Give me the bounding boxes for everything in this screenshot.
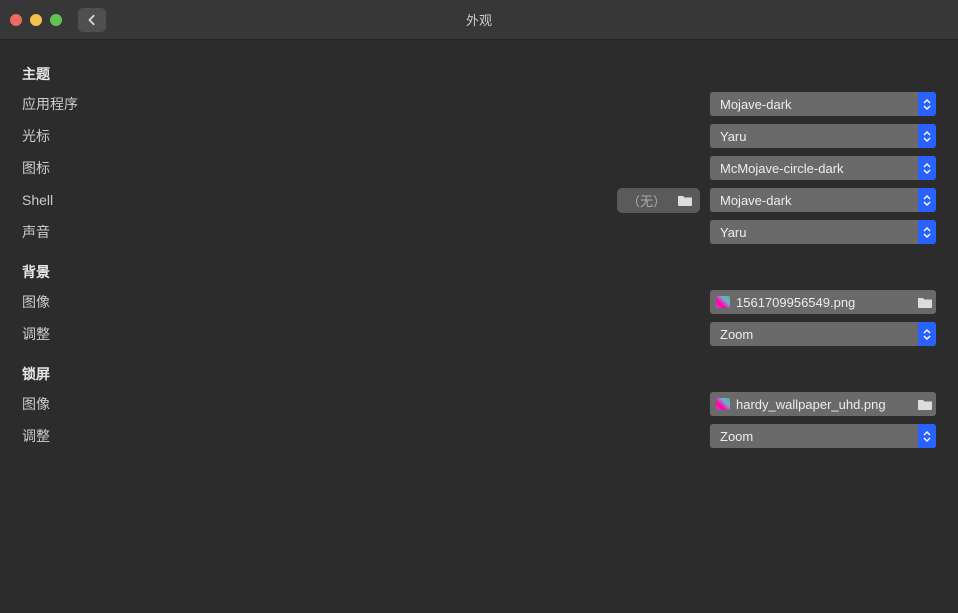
row-sound: 声音 Yaru xyxy=(22,218,936,246)
filechooser-background-image[interactable]: 1561709956549.png xyxy=(710,290,936,314)
image-thumbnail-icon xyxy=(716,296,730,308)
image-thumbnail-icon xyxy=(716,398,730,410)
filechooser-value: hardy_wallpaper_uhd.png xyxy=(736,397,908,412)
dropdown-stepper-icon xyxy=(918,188,936,212)
dropdown-lockscreen-adjust[interactable]: Zoom xyxy=(710,424,936,448)
row-applications: 应用程序 Mojave-dark xyxy=(22,90,936,118)
dropdown-stepper-icon xyxy=(918,220,936,244)
section-background: 背景 图像 1561709956549.png 调整 Zoom xyxy=(22,262,936,348)
row-shell: Shell （无） Mojave-dark xyxy=(22,186,936,214)
titlebar: 外观 xyxy=(0,0,958,40)
dropdown-application-theme[interactable]: Mojave-dark xyxy=(710,92,936,116)
label-icons: 图标 xyxy=(22,158,202,178)
label-applications: 应用程序 xyxy=(22,94,202,114)
filechooser-lockscreen-image[interactable]: hardy_wallpaper_uhd.png xyxy=(710,392,936,416)
label-sound: 声音 xyxy=(22,222,202,242)
dropdown-value: Zoom xyxy=(710,327,918,342)
dropdown-value: Mojave-dark xyxy=(710,193,918,208)
close-window-button[interactable] xyxy=(10,14,22,26)
traffic-lights xyxy=(10,14,62,26)
folder-icon xyxy=(676,192,694,208)
chevron-left-icon xyxy=(87,14,97,26)
section-heading-background: 背景 xyxy=(22,262,936,282)
dropdown-value: McMojave-circle-dark xyxy=(710,161,918,176)
minimize-window-button[interactable] xyxy=(30,14,42,26)
dropdown-value: Yaru xyxy=(710,129,918,144)
filechooser-value: 1561709956549.png xyxy=(736,295,908,310)
dropdown-value: Zoom xyxy=(710,429,918,444)
label-background-adjust: 调整 xyxy=(22,324,202,344)
window-title: 外观 xyxy=(0,10,958,29)
section-heading-theme: 主题 xyxy=(22,64,936,84)
dropdown-stepper-icon xyxy=(918,322,936,346)
dropdown-stepper-icon xyxy=(918,92,936,116)
content-area: 主题 应用程序 Mojave-dark 光标 Yaru xyxy=(0,40,958,486)
dropdown-value: Yaru xyxy=(710,225,918,240)
shell-none-label: （无） xyxy=(623,191,670,210)
row-background-adjust: 调整 Zoom xyxy=(22,320,936,348)
label-lockscreen-image: 图像 xyxy=(22,394,202,414)
label-background-image: 图像 xyxy=(22,292,202,312)
row-background-image: 图像 1561709956549.png xyxy=(22,288,936,316)
section-theme: 主题 应用程序 Mojave-dark 光标 Yaru xyxy=(22,64,936,246)
label-lockscreen-adjust: 调整 xyxy=(22,426,202,446)
dropdown-stepper-icon xyxy=(918,424,936,448)
dropdown-cursor-theme[interactable]: Yaru xyxy=(710,124,936,148)
row-cursor: 光标 Yaru xyxy=(22,122,936,150)
dropdown-sound-theme[interactable]: Yaru xyxy=(710,220,936,244)
row-lockscreen-adjust: 调整 Zoom xyxy=(22,422,936,450)
dropdown-shell-theme[interactable]: Mojave-dark xyxy=(710,188,936,212)
dropdown-icon-theme[interactable]: McMojave-circle-dark xyxy=(710,156,936,180)
back-button[interactable] xyxy=(78,8,106,32)
folder-icon xyxy=(914,392,936,416)
label-cursor: 光标 xyxy=(22,126,202,146)
maximize-window-button[interactable] xyxy=(50,14,62,26)
shell-none-button[interactable]: （无） xyxy=(617,188,700,213)
dropdown-stepper-icon xyxy=(918,124,936,148)
row-icons: 图标 McMojave-circle-dark xyxy=(22,154,936,182)
dropdown-value: Mojave-dark xyxy=(710,97,918,112)
label-shell: Shell xyxy=(22,192,202,208)
section-lockscreen: 锁屏 图像 hardy_wallpaper_uhd.png 调整 Zoom xyxy=(22,364,936,450)
dropdown-background-adjust[interactable]: Zoom xyxy=(710,322,936,346)
section-heading-lockscreen: 锁屏 xyxy=(22,364,936,384)
dropdown-stepper-icon xyxy=(918,156,936,180)
folder-icon xyxy=(914,290,936,314)
row-lockscreen-image: 图像 hardy_wallpaper_uhd.png xyxy=(22,390,936,418)
